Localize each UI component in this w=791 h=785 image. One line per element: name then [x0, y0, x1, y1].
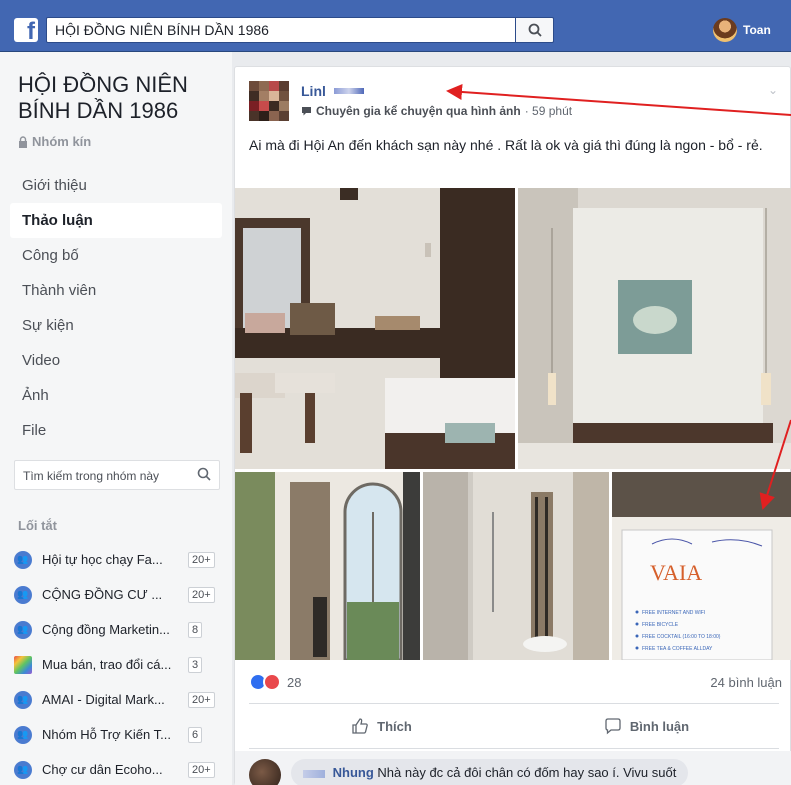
- post-photo[interactable]: [235, 472, 420, 660]
- nav-item-anh[interactable]: Ảnh: [10, 378, 222, 413]
- shortcuts-list: 👥 Hội tự học chạy Fa... 20+ 👥 CỘNG ĐỒNG CƯ …: [14, 542, 224, 785]
- group-icon: 👥: [14, 760, 32, 779]
- comment-label: Bình luận: [629, 718, 690, 734]
- group-privacy-label: Nhóm kín: [18, 134, 91, 149]
- author-name: Linl: [301, 83, 326, 99]
- shortcut-badge: 20+: [188, 586, 215, 603]
- group-sidebar: HỘI ĐỒNG NIÊN BÍNH DẦN 1986 Nhóm kín Giớ…: [0, 52, 232, 785]
- blurred-name: [333, 88, 364, 94]
- shortcut-badge: 3: [188, 656, 203, 673]
- group-search-input[interactable]: Tìm kiếm trong nhóm này: [14, 460, 220, 490]
- post-photo[interactable]: VAIA FREE INTERNET AND WIFI FREE BICYCLE…: [612, 472, 791, 660]
- post-photo[interactable]: [518, 188, 791, 469]
- nav-item-thanh-vien[interactable]: Thành viên: [10, 273, 222, 308]
- comment-button[interactable]: Bình luận: [514, 704, 779, 748]
- post-action-bar: Thích Bình luận: [249, 703, 779, 749]
- nav-item-cong-bo[interactable]: Công bố: [10, 238, 222, 273]
- group-search-placeholder: Tìm kiếm trong nhóm này: [23, 469, 160, 483]
- room-photo-illustration: [235, 188, 515, 469]
- shortcut-item[interactable]: 👥 Hội tự học chạy Fa... 20+: [14, 542, 224, 577]
- shortcut-badge: 20+: [188, 761, 215, 778]
- author-name-link[interactable]: Linl: [301, 83, 364, 99]
- lock-icon: [19, 135, 27, 148]
- shortcuts-heading: Lối tắt: [18, 518, 57, 533]
- shortcut-item[interactable]: 👥 AMAI - Digital Mark... 20+: [14, 682, 224, 717]
- shortcut-label: CỘNG ĐỒNG CƯ ...: [42, 587, 163, 602]
- shortcut-label: Hội tự học chạy Fa...: [42, 552, 163, 567]
- feed-post: Linl Chuyên gia kể chuyện qua hình ảnh ·…: [234, 66, 791, 785]
- reaction-count: 28: [287, 674, 302, 690]
- rainbow-icon: [14, 655, 32, 674]
- amenities-card-photo: VAIA FREE INTERNET AND WIFI FREE BICYCLE…: [612, 472, 791, 660]
- post-text: Ai mà đi Hội An đến khách sạn này nhé . …: [249, 137, 763, 153]
- comment-text: Nhà này đc cả đôi chân có đốm hay sao í.…: [377, 765, 677, 780]
- group-icon: 👥: [14, 585, 32, 604]
- shortcut-item[interactable]: Mua bán, trao đổi cá... 3: [14, 647, 224, 682]
- group-nav: Giới thiệu Thảo luận Công bố Thành viên …: [10, 168, 222, 448]
- group-title[interactable]: HỘI ĐỒNG NIÊN BÍNH DẦN 1986: [18, 72, 218, 124]
- post-photo[interactable]: [423, 472, 609, 660]
- nav-item-thao-luan[interactable]: Thảo luận: [10, 203, 222, 238]
- card-line: FREE TEA & COFFEE ALLDAY: [642, 646, 713, 652]
- post-time[interactable]: · 59 phút: [525, 104, 572, 118]
- commenter-name[interactable]: Nhung: [333, 765, 374, 780]
- post-photo[interactable]: [235, 188, 515, 469]
- blurred-name: [303, 769, 325, 778]
- search-input[interactable]: HỘI ĐỒNG NIÊN BÍNH DẦN 1986: [46, 17, 516, 43]
- group-icon: 👥: [14, 550, 32, 569]
- commenter-avatar[interactable]: [249, 759, 281, 785]
- user-name: Toan: [743, 23, 771, 37]
- comment-count-link[interactable]: 24 bình luận: [710, 675, 782, 690]
- card-line: FREE INTERNET AND WIFI: [642, 610, 705, 616]
- group-icon: 👥: [14, 620, 32, 639]
- shortcut-label: Chợ cư dân Ecoho...: [42, 762, 163, 777]
- card-line: FREE COCKTAIL (16:00 TO 18:00): [642, 634, 721, 640]
- card-brand: VAIA: [650, 560, 702, 585]
- shortcut-item[interactable]: 👥 Cộng đồng Marketin... 8: [14, 612, 224, 647]
- room-photo-illustration: [423, 472, 609, 660]
- shortcut-item[interactable]: 👥 CỘNG ĐỒNG CƯ ... 20+: [14, 577, 224, 612]
- group-icon: 👥: [14, 725, 32, 744]
- comment-bubble: Nhung Nhà này đc cả đôi chân có đốm hay …: [291, 759, 689, 785]
- search-icon: [197, 467, 211, 481]
- speech-bubble-icon: [302, 107, 311, 116]
- nav-item-gioi-thieu[interactable]: Giới thiệu: [10, 168, 222, 203]
- profile-link[interactable]: Toan: [713, 18, 771, 42]
- card-line: FREE BICYCLE: [642, 622, 679, 628]
- love-reaction-icon: [263, 673, 281, 691]
- thumbs-up-icon: [352, 718, 368, 734]
- shortcut-badge: 20+: [188, 551, 215, 568]
- nav-item-file[interactable]: File: [10, 413, 222, 448]
- shortcut-label: Mua bán, trao đổi cá...: [42, 657, 172, 672]
- search-icon: [528, 23, 542, 37]
- reactions-summary[interactable]: 28: [249, 673, 301, 691]
- shortcut-badge: 6: [188, 726, 203, 743]
- top-navigation-bar: f HỘI ĐỒNG NIÊN BÍNH DẦN 1986 Toan: [0, 0, 791, 52]
- post-meta: Chuyên gia kể chuyện qua hình ảnh · 59 p…: [301, 104, 572, 118]
- nav-item-video[interactable]: Video: [10, 343, 222, 378]
- author-avatar[interactable]: [249, 81, 289, 121]
- shortcut-label: AMAI - Digital Mark...: [42, 692, 165, 707]
- like-button[interactable]: Thích: [249, 704, 514, 748]
- comment-item: Nhung Nhà này đc cả đôi chân có đốm hay …: [235, 751, 791, 785]
- avatar: [713, 18, 737, 42]
- shortcut-label: Cộng đồng Marketin...: [42, 622, 170, 637]
- chevron-down-icon[interactable]: ⌄: [768, 83, 778, 97]
- facebook-logo-icon[interactable]: f: [14, 18, 38, 42]
- search-button[interactable]: [516, 17, 554, 43]
- room-photo-illustration: [518, 188, 791, 469]
- group-icon: 👥: [14, 690, 32, 709]
- privacy-text: Nhóm kín: [32, 134, 92, 149]
- nav-item-su-kien[interactable]: Sự kiện: [10, 308, 222, 343]
- shortcut-badge: 20+: [188, 691, 215, 708]
- like-label: Thích: [377, 718, 412, 734]
- shortcut-label: Nhóm Hỗ Trợ Kiến T...: [42, 727, 171, 742]
- shortcut-badge: 8: [188, 621, 203, 638]
- author-badge[interactable]: Chuyên gia kể chuyện qua hình ảnh: [316, 104, 521, 118]
- shortcut-item[interactable]: 👥 Nhóm Hỗ Trợ Kiến T... 6: [14, 717, 224, 752]
- room-photo-illustration: [235, 472, 420, 660]
- shortcut-item[interactable]: 👥 Chợ cư dân Ecoho... 20+: [14, 752, 224, 785]
- comment-icon: [605, 718, 621, 735]
